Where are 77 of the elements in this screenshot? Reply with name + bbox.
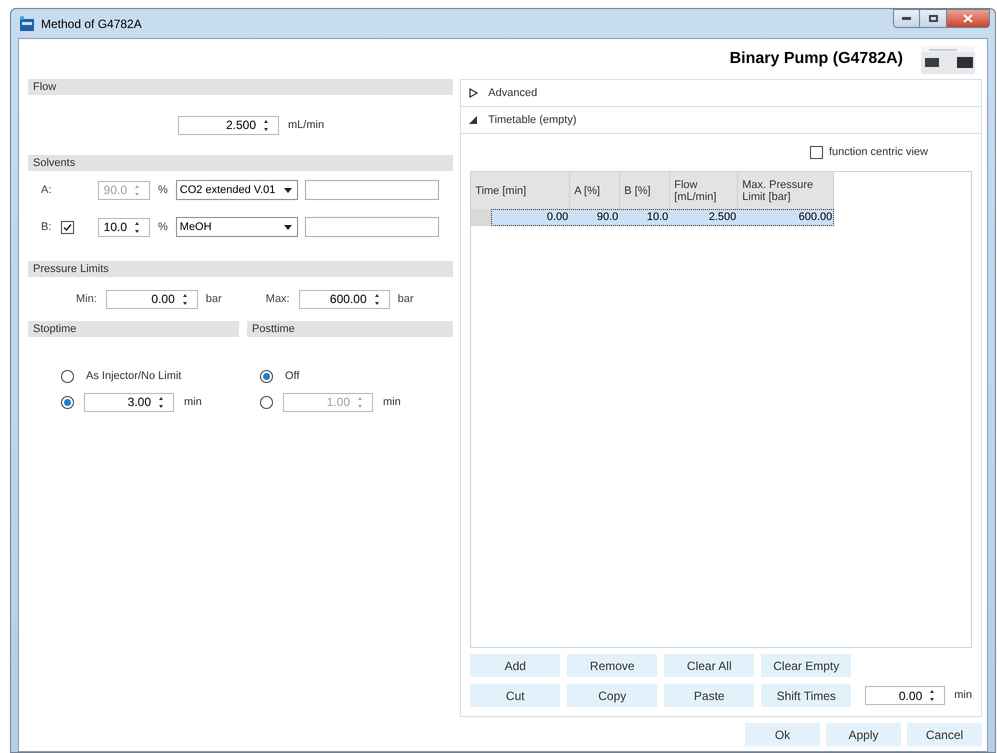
maximize-icon [928, 15, 938, 22]
table-cell-text: 2.500 [708, 210, 738, 225]
table-action-button[interactable]: Shift Times [761, 684, 852, 707]
section-toggle[interactable]: Advanced [461, 80, 981, 107]
min-pressure-field[interactable]: 0.00 [106, 290, 198, 308]
filled-triangle-icon [469, 115, 478, 125]
close-button[interactable] [946, 9, 990, 28]
comment-field[interactable] [304, 180, 439, 200]
close-icon [963, 14, 973, 23]
section-header: Solvents [28, 155, 454, 171]
table-cell-text: 600.00 [798, 210, 834, 225]
unit-label: bar [398, 292, 414, 307]
max-label: Max: [266, 292, 290, 307]
spin-arrows-icon[interactable] [180, 292, 189, 306]
percent-label: % [158, 220, 168, 235]
option-label: As Injector/No Limit [86, 368, 182, 384]
table-cell-text: 0.00 [546, 210, 570, 225]
column-header[interactable]: Max. Pressure Limit [bar] [738, 172, 834, 209]
section-toggle[interactable]: Timetable (empty) [461, 107, 981, 134]
section-header: Stoptime [28, 321, 239, 337]
maximize-button[interactable] [920, 9, 946, 28]
channel-label: A: [41, 182, 52, 198]
section-header: Posttime [247, 321, 454, 337]
option-label: Off [285, 368, 300, 384]
unit-label: mL/min [288, 118, 324, 133]
comment-field[interactable] [304, 217, 439, 237]
min-label: Min: [76, 292, 97, 307]
section-header: Pressure Limits [28, 261, 454, 277]
unit-label: bar [206, 292, 223, 307]
minimize-button[interactable] [893, 9, 920, 28]
percent-field[interactable]: 10.0 [98, 218, 150, 236]
radio-button[interactable] [260, 370, 273, 382]
solvent-dropdown[interactable]: MeOH [176, 217, 298, 237]
device-title: Binary Pump (G4782A) [730, 49, 903, 69]
table-row[interactable]: 0.00 90.0 10.0 2.500 600.00 [491, 209, 834, 226]
spin-arrows-icon[interactable] [133, 220, 141, 234]
table-action-button[interactable]: Add [470, 654, 560, 677]
column-header[interactable]: Flow [mL/min] [670, 172, 738, 209]
percent-label: % [158, 182, 168, 198]
app-icon [19, 16, 35, 32]
max-pressure-field[interactable]: 600.00 [298, 290, 390, 308]
spin-arrows-icon[interactable] [157, 396, 165, 408]
table-cell-text: 10.0 [646, 210, 670, 225]
column-header[interactable]: Time [min] [471, 172, 570, 209]
channel-label: B: [41, 220, 52, 235]
flow-field[interactable]: 2.500 [178, 116, 279, 134]
unit-label: min [184, 394, 202, 410]
radio-button[interactable] [61, 370, 74, 382]
table-action-button[interactable]: Remove [567, 654, 658, 677]
spin-arrows-icon[interactable] [262, 118, 270, 132]
shift-field[interactable]: 0.00 [865, 686, 946, 705]
spin-arrows-icon[interactable] [372, 292, 381, 306]
unit-label: min [383, 394, 401, 410]
column-header[interactable]: B [%] [620, 172, 670, 209]
dialog-button[interactable]: Apply [826, 723, 901, 746]
dialog-button[interactable]: Cancel [907, 723, 982, 746]
section-header: Flow [28, 79, 454, 95]
table-action-button[interactable]: Copy [567, 684, 658, 707]
column-header[interactable]: A [%] [570, 172, 620, 209]
table-action-button[interactable]: Cut [470, 684, 560, 707]
minimize-icon [902, 17, 911, 20]
checkbox[interactable] [810, 146, 823, 159]
table-action-button[interactable]: Paste [664, 684, 754, 707]
checkbox[interactable] [61, 220, 74, 234]
dropdown-caret-icon [284, 224, 292, 230]
dialog-button[interactable]: Ok [745, 723, 820, 746]
table-action-button[interactable]: Clear Empty [761, 654, 852, 677]
spin-arrows-icon[interactable] [928, 689, 936, 702]
dropdown-caret-icon [284, 188, 292, 192]
table-action-button[interactable]: Clear All [664, 654, 754, 677]
checkbox-label: function centric view [828, 145, 928, 160]
window-title: Method of G4782A [41, 16, 142, 32]
table-cell-text: 90.0 [596, 210, 620, 225]
time-field[interactable]: 3.00 [84, 392, 174, 412]
outline-triangle-icon [469, 88, 478, 98]
unit-label: min [954, 688, 972, 704]
radio-button[interactable] [61, 396, 74, 408]
